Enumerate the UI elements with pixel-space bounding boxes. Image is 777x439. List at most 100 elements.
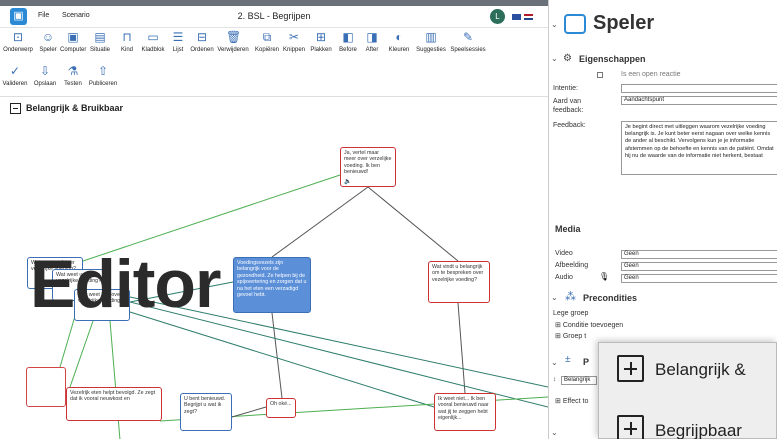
node-text: Ik weet niet... Ik ben vooral benieuwd n… [438,396,489,422]
afbeelding-select[interactable]: Geen [621,262,777,271]
node-text: Wat vindt u belangrijk om te bespreken o… [432,264,484,283]
toolbar-label: Testen [64,81,82,87]
chevron-down-icon[interactable]: ⌄ [551,54,558,63]
toolbar-button-kladblok[interactable]: ▭ Kladblok [140,30,166,53]
effect-toevoegen-button[interactable]: ⊞ Effect to [555,397,588,405]
toolbar-button-verwijderen[interactable]: 🗑 Verwijderen [214,30,252,53]
speler-icon: ☺ [41,30,55,44]
toolbar-label: Computer [60,47,87,53]
node-n9[interactable]: U bent benieuwd. Begrijpt u wat ik zegt? [180,393,232,431]
user-avatar[interactable]: L [490,9,505,24]
toolbar: ⊡ Onderwerp ☺ Speler ▣ Computer ▤ Situatie ⊓ Kind… [0,28,548,96]
toolbar-button-suggesties[interactable]: ▥ Suggesties [414,30,448,53]
node-n10[interactable]: Vezelrijk eten helpt bevolgd. Ze zegt da… [66,387,162,421]
chevron-down-icon[interactable]: ⌄ [551,20,558,29]
plus-icon: ⊞ [555,398,563,405]
plus-icon: ⊞ [555,333,563,340]
media-header: Media [555,224,581,234]
toolbar-label: Speelsessies [450,47,486,53]
node-text: Ja, vertel maar meer over verzelijke voe… [344,150,392,176]
popup-item-begrijpbaar[interactable]: Begrijpbaar [655,421,742,439]
plus-box-icon[interactable] [617,355,644,382]
node-text: U bent benieuwd. Begrijpt u wat ik zegt? [184,396,226,415]
intentie-label: Intentie: [553,85,578,92]
testen-icon: ⚗ [67,64,79,78]
collapse-icon[interactable] [10,103,21,114]
toolbar-label: Opslaan [33,81,57,87]
intentie-field[interactable] [621,84,777,93]
before-icon: ◧ [342,30,354,44]
node-n11[interactable] [26,367,66,407]
computer-icon: ▣ [67,30,79,44]
node-text: Voedingsvezels zijn belangrijk voor de g… [237,260,307,299]
toolbar-button-after[interactable]: ◨ After [360,30,384,53]
toolbar-label: Valideren [2,81,28,87]
toolbar-label: Lijst [172,47,184,53]
toolbar-button-opslaan[interactable]: ⇩ Opslaan [30,64,60,87]
kopiëren-icon: ⧉ [262,30,272,44]
popup-item-belangrijk[interactable]: Belangrijk & [655,360,746,380]
toolbar-button-testen[interactable]: ⚗ Testen [60,64,86,87]
scenario-canvas[interactable]: Belangrijk & Bruikbaar Ja, vertel maar m… [0,96,548,439]
toolbar-button-ordenen[interactable]: ⊟ Ordenen [190,30,214,53]
afbeelding-label: Afbeelding [555,262,589,269]
node-n7[interactable]: Oh oké... [266,398,296,418]
toolbar-label: Onderwerp [3,47,33,53]
open-reactie-checkbox[interactable] [597,72,603,78]
flag-nl-icon[interactable] [524,14,533,20]
editor-overlay-text: Editor [30,246,221,322]
toolbar-button-speelsessies[interactable]: ✎ Speelsessies [448,30,488,53]
sort-icon: ↕ [553,377,556,383]
toolbar-label: Verwijderen [217,47,249,53]
valideren-icon: ✓ [9,64,21,78]
toolbar-label: Before [339,47,357,53]
toolbar-button-kind[interactable]: ⊓ Kind [114,30,140,53]
toolbar-button-kleuren[interactable]: ◐ Kleuren [384,30,414,53]
conditie-toevoegen-button[interactable]: ⊞ Conditie toevoegen [555,321,623,329]
toolbar-button-speler[interactable]: ☺ Speler [36,30,60,53]
edge-line [271,312,283,399]
aard-select[interactable]: Aandachtspunt [621,96,777,105]
node-text: Vezelrijk eten helpt bevolgd. Ze zegt da… [70,390,156,403]
toolbar-button-plakken[interactable]: ⊞ Plakken [306,30,336,53]
groep-label: Groep t [562,333,587,340]
toolbar-button-publiceren[interactable]: ⇧ Publiceren [86,64,120,87]
belangrijk-select[interactable]: Belangrijk [561,376,597,385]
toolbar-button-kopiëren[interactable]: ⧉ Kopiëren [252,30,282,53]
edge-line [271,186,369,258]
plus-box-icon[interactable] [617,415,644,439]
toolbar-button-situatie[interactable]: ▤ Situatie [86,30,114,53]
chevron-down-icon[interactable]: ⌄ [551,293,558,302]
verwijderen-icon: 🗑 [226,30,242,44]
groep-toevoegen-button[interactable]: ⊞ Groep t [555,332,586,340]
open-reactie-label: Is een open reactie [621,71,681,78]
chevron-down-icon[interactable]: ⌄ [551,428,558,437]
toolbar-button-onderwerp[interactable]: ⊡ Onderwerp [0,30,36,53]
toolbar-button-valideren[interactable]: ✓ Valideren [0,64,30,87]
toolbar-button-computer[interactable]: ▣ Computer [60,30,86,53]
speech-bubble-icon [564,14,586,34]
video-select[interactable]: Geen [621,250,777,259]
edge-line [129,311,435,408]
toolbar-button-lijst[interactable]: ☰ Lijst [166,30,190,53]
lijst-icon: ☰ [172,30,184,44]
node-n8[interactable]: Ik weet niet... Ik ben vooral benieuwd n… [434,393,496,431]
audio-select[interactable]: Geen [621,274,777,283]
feedback-textarea[interactable]: Je begint direct met uitleggen waarom ve… [621,121,777,175]
knippen-icon: ✂ [288,30,300,44]
situatie-icon: ▤ [94,30,106,44]
node-n1[interactable]: Ja, vertel maar meer over verzelijke voe… [340,147,396,187]
lege-groep-label: Lege groep [553,310,589,317]
node-n3[interactable]: Wat vindt u belangrijk om te bespreken o… [428,261,490,303]
microphone-icon[interactable]: 🎙 [599,272,609,281]
ordenen-icon: ⊟ [196,30,208,44]
chevron-down-icon[interactable]: ⌄ [551,358,558,367]
title-bar: ▣ File Scenario 2. BSL - Begrijpen L [0,6,548,28]
toolbar-label: Ordenen [190,47,214,53]
toolbar-label: Speler [39,47,57,53]
flag-en-icon[interactable] [512,14,521,20]
speaker-icon: 🔈 [344,178,352,185]
toolbar-button-before[interactable]: ◧ Before [336,30,360,53]
toolbar-button-knippen[interactable]: ✂ Knippen [282,30,306,53]
node-n2[interactable]: Voedingsvezels zijn belangrijk voor de g… [233,257,311,313]
